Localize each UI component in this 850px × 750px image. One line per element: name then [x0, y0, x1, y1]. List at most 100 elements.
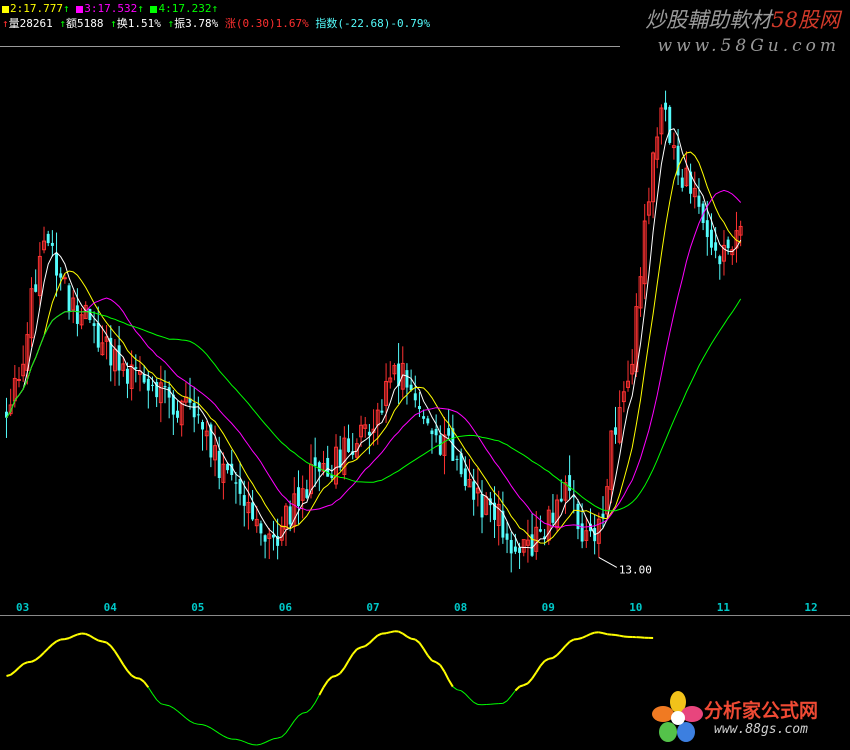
month-tick-label: 11 [717, 601, 731, 614]
oscillator-segment [177, 710, 183, 715]
oscillator-segment [506, 695, 512, 702]
oscillator-segment [327, 676, 333, 682]
candle-body [92, 323, 96, 326]
oscillator-segment [126, 670, 133, 677]
oscillator-segment [447, 679, 454, 688]
oscillator-segment [135, 677, 141, 680]
oscillator-segment [202, 724, 207, 727]
kline-chart: 13.00 03 04 05 06 07 08 09 10 11 12 [0, 46, 850, 746]
candle-body [317, 462, 321, 472]
flower-logo-icon [652, 691, 703, 742]
candle-body [347, 438, 350, 452]
candle-body [434, 428, 438, 436]
oscillator-segment [552, 654, 558, 659]
oscillator-segment [456, 689, 462, 692]
oscillator-segment [402, 632, 408, 638]
oscillator-segment [285, 726, 291, 734]
oscillator-segment [164, 704, 170, 707]
oscillator-segment [302, 711, 307, 714]
oscillator-segment [10, 670, 16, 676]
oscillator-segment [264, 740, 270, 743]
oscillator-segment [418, 642, 425, 650]
oscillator-segment [105, 641, 112, 647]
oscillator-segment [343, 660, 350, 669]
oscillator-segment [585, 633, 591, 637]
oscillator-segment [298, 712, 303, 717]
oscillator-segment [293, 715, 299, 722]
candle-body [447, 428, 451, 436]
candle-body [62, 277, 67, 280]
oscillator-segment [602, 632, 608, 636]
oscillator-segment [64, 637, 70, 641]
oscillator-segment [523, 682, 529, 687]
candle-body [380, 410, 384, 413]
candle-body [726, 239, 730, 249]
candle-body [67, 285, 71, 313]
oscillator-segment [431, 659, 437, 664]
oscillator-segment [181, 714, 187, 719]
oscillator-segment [210, 727, 216, 732]
month-tick-label: 04 [104, 601, 118, 614]
oscillator-segment [122, 664, 129, 672]
oscillator-segment [289, 720, 295, 728]
oscillator-segment [27, 660, 32, 664]
oscillator-segment [214, 730, 220, 734]
oscillator-segment [51, 640, 58, 646]
oscillator-segment [598, 631, 604, 635]
month-tick-label: 10 [629, 601, 642, 614]
oscillator-segment [256, 743, 261, 746]
candle-body [709, 229, 713, 248]
oscillator-segment [248, 742, 253, 746]
candle-body [171, 394, 175, 415]
oscillator-segment [619, 634, 625, 638]
candle-body [96, 322, 100, 348]
candle-body [538, 529, 542, 532]
candle-body [217, 450, 221, 478]
oscillator-segment [414, 638, 421, 644]
candle-body [405, 370, 409, 388]
annotation-leader [598, 556, 618, 568]
oscillator-segment [77, 632, 82, 636]
oscillator-segment [160, 703, 166, 706]
oscillator-segment [385, 631, 391, 635]
oscillator-segment [406, 635, 412, 640]
oscillator-segment [314, 694, 320, 703]
candle-body [251, 502, 255, 520]
candle-body [580, 523, 584, 542]
oscillator-segment [273, 737, 278, 740]
oscillator-segment [368, 638, 375, 644]
oscillator-segment [306, 708, 312, 713]
oscillator-segment [260, 742, 266, 745]
oscillator-segment [422, 648, 429, 657]
oscillator-segment [469, 697, 475, 703]
candle-body [509, 539, 513, 554]
oscillator-segment [98, 639, 103, 643]
candle-body [664, 102, 668, 110]
ma-mid-line [6, 151, 741, 544]
oscillator-segment [318, 686, 325, 696]
oscillator-segment [147, 687, 153, 695]
oscillator-segment [102, 640, 107, 644]
oscillator-segment [31, 658, 37, 663]
oscillator-segment [390, 630, 395, 634]
oscillator-segment [560, 645, 567, 652]
oscillator-segment [615, 634, 620, 637]
oscillator-segment [206, 725, 212, 729]
oscillator-segment [93, 637, 99, 642]
oscillator-segment [185, 717, 191, 722]
oscillator-segment [410, 637, 416, 641]
watermark-bottom-brand: 分析家公式网 [704, 700, 819, 722]
oscillator-segment [435, 661, 441, 666]
candle-body [46, 233, 50, 244]
candle-body [50, 242, 54, 246]
oscillator-segment [89, 634, 95, 640]
candle-body [313, 457, 317, 466]
oscillator-segment [527, 677, 533, 684]
candle-body [34, 284, 38, 292]
oscillator-segment [544, 657, 550, 662]
candle-body [505, 533, 509, 540]
candle-body [192, 403, 196, 418]
oscillator-segment [143, 681, 150, 688]
candle-body [714, 242, 718, 251]
oscillator-segment [218, 732, 224, 737]
